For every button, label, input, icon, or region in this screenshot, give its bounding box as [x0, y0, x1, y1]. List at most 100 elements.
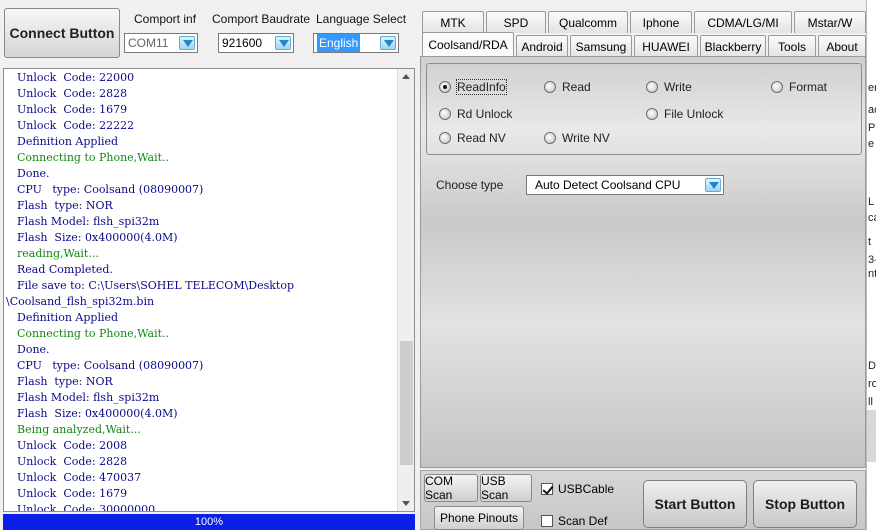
start-button[interactable]: Start Button: [643, 480, 747, 528]
log-line: Unlock Code: 22222: [17, 119, 135, 132]
tab-iphone[interactable]: Iphone: [630, 11, 692, 33]
background-text: t: [868, 236, 872, 248]
tab-mstar[interactable]: Mstar/W: [794, 11, 866, 33]
phone-pinouts-button[interactable]: Phone Pinouts: [434, 506, 524, 530]
log-line: Read Completed.: [17, 263, 113, 276]
choose-type-label: Choose type: [436, 178, 504, 192]
log-line: Unlock Code: 2828: [17, 455, 128, 468]
background-text: D: [868, 360, 876, 372]
log-line: Unlock Code: 1679: [17, 103, 128, 116]
background-text: PI: [868, 122, 876, 134]
radio-file-unlock[interactable]: File Unlock: [646, 107, 723, 121]
stop-button[interactable]: Stop Button: [753, 480, 857, 528]
log-line: reading,Wait...: [17, 247, 99, 260]
radio-format-label: Format: [789, 80, 828, 94]
radio-icon[interactable]: [646, 81, 658, 93]
checkbox-checked-icon[interactable]: [541, 483, 553, 495]
tab-huawei[interactable]: HUAWEI: [634, 35, 698, 57]
log-line: \Coolsand_flsh_spi32m.bin: [6, 295, 155, 308]
comport-inf-value: COM11: [128, 36, 169, 50]
choose-type-value: Auto Detect Coolsand CPU: [535, 178, 681, 192]
radio-readinfo[interactable]: ReadInfo: [439, 79, 507, 95]
radio-write-label: Write: [664, 80, 692, 94]
log-scrollbar[interactable]: [397, 69, 414, 511]
background-text: nt: [868, 268, 876, 280]
radio-read[interactable]: Read: [544, 80, 591, 94]
log-line: Definition Applied: [17, 311, 119, 324]
radio-icon[interactable]: [646, 108, 658, 120]
usb-cable-label: USBCable: [558, 482, 615, 496]
background-window: ers ac PI e Lca t 3- nt Dro ll: [866, 0, 876, 530]
tab-mtk[interactable]: MTK: [422, 11, 484, 33]
radio-readinfo-label: ReadInfo: [456, 79, 507, 95]
tab-cdma[interactable]: CDMA/LG/MI: [694, 11, 792, 33]
radio-format[interactable]: Format: [771, 80, 827, 94]
connect-button[interactable]: Connect Button: [4, 8, 120, 58]
usb-scan-button[interactable]: USB Scan: [480, 474, 532, 502]
background-text: ac: [868, 104, 876, 116]
log-line: Flash type: NOR: [17, 199, 113, 212]
radio-icon[interactable]: [439, 132, 451, 144]
radio-icon[interactable]: [544, 132, 556, 144]
comport-baudrate-label: Comport Baudrate: [212, 12, 311, 26]
radio-rd-unlock-label: Rd Unlock: [457, 107, 513, 121]
radio-icon[interactable]: [439, 108, 451, 120]
radio-write[interactable]: Write: [646, 80, 692, 94]
tab-about[interactable]: About: [818, 35, 866, 57]
tab-coolsand-rda[interactable]: Coolsand/RDA: [422, 32, 514, 57]
baudrate-value: 921600: [222, 36, 263, 50]
log-line: Flash Size: 0x400000(4.0M): [17, 407, 178, 420]
comport-inf-label: Comport inf: [134, 12, 197, 26]
dropdown-arrow-icon[interactable]: [275, 36, 291, 50]
language-select[interactable]: English: [313, 33, 399, 53]
log-line: Flash Model: flsh_spi32m: [17, 391, 160, 404]
radio-read-label: Read: [562, 80, 591, 94]
tab-samsung[interactable]: Samsung: [570, 35, 632, 57]
log-line: Unlock Code: 30000000: [17, 503, 156, 512]
background-text: ca: [868, 212, 876, 224]
dropdown-arrow-icon[interactable]: [705, 178, 721, 192]
log-line: Connecting to Phone,Wait..: [17, 151, 170, 164]
com-scan-button[interactable]: COM Scan: [424, 474, 478, 502]
comport-inf-select[interactable]: COM11: [124, 33, 198, 53]
progress-bar: 100%: [3, 514, 415, 530]
checkbox-icon[interactable]: [541, 515, 553, 527]
scroll-down-icon[interactable]: [398, 495, 414, 511]
log-line: Unlock Code: 1679: [17, 487, 128, 500]
tab-qualcomm[interactable]: Qualcomm: [548, 11, 628, 33]
tab-spd[interactable]: SPD: [486, 11, 546, 33]
background-text: ers: [868, 82, 876, 94]
background-text: ro: [868, 378, 876, 390]
dropdown-arrow-icon[interactable]: [380, 36, 396, 50]
baudrate-select[interactable]: 921600: [218, 33, 294, 53]
radio-write-nv[interactable]: Write NV: [544, 131, 610, 145]
language-select-label: Language Select: [316, 12, 407, 26]
radio-read-nv[interactable]: Read NV: [439, 131, 506, 145]
log-line: Being analyzed,Wait...: [17, 423, 141, 436]
log-line: Unlock Code: 22000: [17, 71, 135, 84]
log-line: File save to: C:\Users\SOHEL TELECOM\Des…: [17, 279, 295, 292]
language-value: English: [317, 34, 361, 52]
scroll-thumb[interactable]: [400, 341, 413, 465]
log-line: Flash type: NOR: [17, 375, 113, 388]
background-scrollbar: [867, 410, 876, 462]
scroll-up-icon[interactable]: [398, 69, 414, 85]
tab-tools[interactable]: Tools: [768, 35, 816, 57]
background-text: 3-: [868, 254, 876, 266]
tab-android[interactable]: Android: [516, 35, 568, 57]
radio-rd-unlock[interactable]: Rd Unlock: [439, 107, 512, 121]
choose-type-select[interactable]: Auto Detect Coolsand CPU: [526, 175, 724, 195]
radio-read-nv-label: Read NV: [457, 131, 506, 145]
tab-blackberry[interactable]: Blackberry: [700, 35, 766, 57]
log-line: Flash Model: flsh_spi32m: [17, 215, 160, 228]
log-line: Done.: [17, 343, 50, 356]
radio-icon[interactable]: [771, 81, 783, 93]
radio-write-nv-label: Write NV: [562, 131, 610, 145]
radio-icon[interactable]: [544, 81, 556, 93]
dropdown-arrow-icon[interactable]: [179, 36, 195, 50]
log-line: CPU type: Coolsand (08090007): [17, 359, 204, 372]
usb-cable-checkbox[interactable]: USBCable: [541, 482, 614, 496]
scan-def-checkbox[interactable]: Scan Def: [541, 514, 607, 528]
log-output[interactable]: Unlock Code: 22000 Unlock Code: 2828 Unloc…: [3, 68, 415, 512]
radio-selected-icon[interactable]: [439, 81, 451, 93]
